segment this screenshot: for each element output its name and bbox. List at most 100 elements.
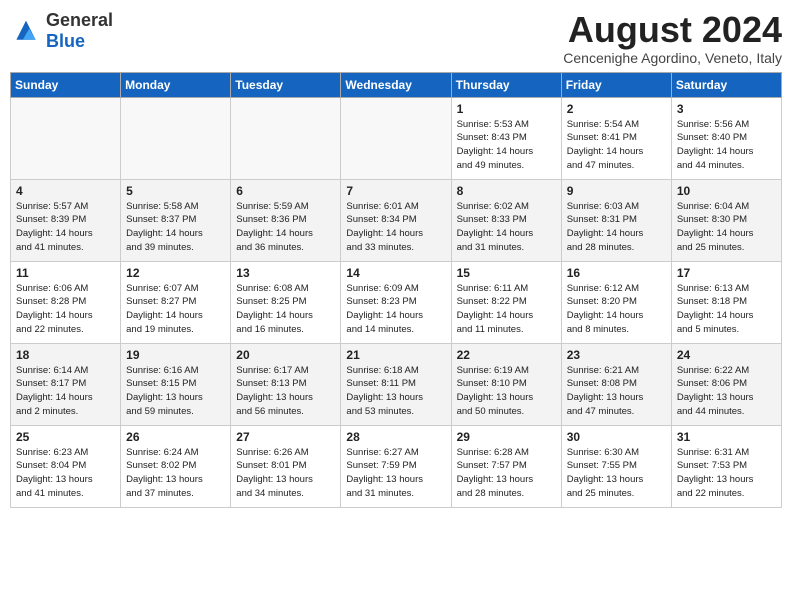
logo-general: General [46, 10, 113, 30]
day-cell: 7 Sunrise: 6:01 AM Sunset: 8:34 PM Daylig… [341, 179, 451, 261]
day-number: 3 [677, 102, 776, 116]
day-cell: 29 Sunrise: 6:28 AM Sunset: 7:57 PM Dayli… [451, 425, 561, 507]
day-cell: 22Sunrise: 6:19 AM Sunset: 8:10 PM Dayli… [451, 343, 561, 425]
day-cell: 4 Sunrise: 5:57 AM Sunset: 8:39 PM Daylig… [11, 179, 121, 261]
day-info: Sunrise: 5:54 AM Sunset: 8:41 PM Dayligh… [567, 118, 666, 173]
day-number: 29 [457, 430, 556, 444]
day-cell: 8Sunrise: 6:02 AM Sunset: 8:33 PM Daylig… [451, 179, 561, 261]
page-header: General Blue August 2024 Cencenighe Agor… [10, 10, 782, 66]
calendar-header: Sunday Monday Tuesday Wednesday Thursday… [11, 72, 782, 97]
day-cell: 19 Sunrise: 6:16 AM Sunset: 8:15 PM Dayli… [121, 343, 231, 425]
day-number: 5 [126, 184, 225, 198]
title-block: August 2024 Cencenighe Agordino, Veneto,… [563, 10, 782, 66]
header-tuesday: Tuesday [231, 72, 341, 97]
week-row-4: 18 Sunrise: 6:14 AM Sunset: 8:17 PM Dayli… [11, 343, 782, 425]
week-row-5: 25Sunrise: 6:23 AM Sunset: 8:04 PM Dayli… [11, 425, 782, 507]
day-info: Sunrise: 6:06 AM Sunset: 8:28 PM Dayligh… [16, 282, 115, 337]
week-row-2: 4 Sunrise: 5:57 AM Sunset: 8:39 PM Daylig… [11, 179, 782, 261]
day-cell: 21 Sunrise: 6:18 AM Sunset: 8:11 PM Dayli… [341, 343, 451, 425]
day-number: 9 [567, 184, 666, 198]
header-row: Sunday Monday Tuesday Wednesday Thursday… [11, 72, 782, 97]
day-number: 31 [677, 430, 776, 444]
day-number: 14 [346, 266, 445, 280]
day-info: Sunrise: 6:11 AM Sunset: 8:22 PM Dayligh… [457, 282, 556, 337]
day-info: Sunrise: 6:07 AM Sunset: 8:27 PM Dayligh… [126, 282, 225, 337]
day-info: Sunrise: 6:09 AM Sunset: 8:23 PM Dayligh… [346, 282, 445, 337]
day-cell: 13 Sunrise: 6:08 AM Sunset: 8:25 PM Dayli… [231, 261, 341, 343]
header-saturday: Saturday [671, 72, 781, 97]
day-cell: 24 Sunrise: 6:22 AM Sunset: 8:06 PM Dayli… [671, 343, 781, 425]
day-info: Sunrise: 6:14 AM Sunset: 8:17 PM Dayligh… [16, 364, 115, 419]
day-info: Sunrise: 6:31 AM Sunset: 7:53 PM Dayligh… [677, 446, 776, 501]
day-info: Sunrise: 6:18 AM Sunset: 8:11 PM Dayligh… [346, 364, 445, 419]
day-cell [121, 97, 231, 179]
day-cell: 3 Sunrise: 5:56 AM Sunset: 8:40 PM Daylig… [671, 97, 781, 179]
day-cell: 14 Sunrise: 6:09 AM Sunset: 8:23 PM Dayli… [341, 261, 451, 343]
logo-text: General Blue [46, 10, 113, 52]
day-number: 17 [677, 266, 776, 280]
header-wednesday: Wednesday [341, 72, 451, 97]
day-info: Sunrise: 5:56 AM Sunset: 8:40 PM Dayligh… [677, 118, 776, 173]
day-cell: 9Sunrise: 6:03 AM Sunset: 8:31 PM Daylig… [561, 179, 671, 261]
day-number: 6 [236, 184, 335, 198]
day-cell: 26 Sunrise: 6:24 AM Sunset: 8:02 PM Dayli… [121, 425, 231, 507]
day-number: 30 [567, 430, 666, 444]
day-info: Sunrise: 6:30 AM Sunset: 7:55 PM Dayligh… [567, 446, 666, 501]
header-friday: Friday [561, 72, 671, 97]
day-number: 15 [457, 266, 556, 280]
day-number: 8 [457, 184, 556, 198]
day-info: Sunrise: 6:24 AM Sunset: 8:02 PM Dayligh… [126, 446, 225, 501]
day-cell: 15 Sunrise: 6:11 AM Sunset: 8:22 PM Dayli… [451, 261, 561, 343]
day-info: Sunrise: 6:13 AM Sunset: 8:18 PM Dayligh… [677, 282, 776, 337]
day-info: Sunrise: 5:58 AM Sunset: 8:37 PM Dayligh… [126, 200, 225, 255]
day-info: Sunrise: 6:22 AM Sunset: 8:06 PM Dayligh… [677, 364, 776, 419]
day-number: 10 [677, 184, 776, 198]
day-cell: 5 Sunrise: 5:58 AM Sunset: 8:37 PM Daylig… [121, 179, 231, 261]
day-info: Sunrise: 6:28 AM Sunset: 7:57 PM Dayligh… [457, 446, 556, 501]
day-info: Sunrise: 6:19 AM Sunset: 8:10 PM Dayligh… [457, 364, 556, 419]
day-number: 26 [126, 430, 225, 444]
day-number: 20 [236, 348, 335, 362]
day-info: Sunrise: 6:21 AM Sunset: 8:08 PM Dayligh… [567, 364, 666, 419]
day-number: 7 [346, 184, 445, 198]
day-info: Sunrise: 6:08 AM Sunset: 8:25 PM Dayligh… [236, 282, 335, 337]
header-thursday: Thursday [451, 72, 561, 97]
day-cell: 30 Sunrise: 6:30 AM Sunset: 7:55 PM Dayli… [561, 425, 671, 507]
logo: General Blue [10, 10, 113, 52]
day-cell: 28 Sunrise: 6:27 AM Sunset: 7:59 PM Dayli… [341, 425, 451, 507]
day-cell: 27Sunrise: 6:26 AM Sunset: 8:01 PM Dayli… [231, 425, 341, 507]
header-sunday: Sunday [11, 72, 121, 97]
logo-icon [10, 17, 42, 45]
calendar-table: Sunday Monday Tuesday Wednesday Thursday… [10, 72, 782, 508]
day-cell: 31 Sunrise: 6:31 AM Sunset: 7:53 PM Dayli… [671, 425, 781, 507]
day-number: 19 [126, 348, 225, 362]
day-number: 11 [16, 266, 115, 280]
day-info: Sunrise: 6:01 AM Sunset: 8:34 PM Dayligh… [346, 200, 445, 255]
day-cell: 16Sunrise: 6:12 AM Sunset: 8:20 PM Dayli… [561, 261, 671, 343]
day-number: 18 [16, 348, 115, 362]
day-number: 24 [677, 348, 776, 362]
day-cell: 17 Sunrise: 6:13 AM Sunset: 8:18 PM Dayli… [671, 261, 781, 343]
day-cell: 1Sunrise: 5:53 AM Sunset: 8:43 PM Daylig… [451, 97, 561, 179]
day-number: 21 [346, 348, 445, 362]
day-number: 12 [126, 266, 225, 280]
day-info: Sunrise: 6:16 AM Sunset: 8:15 PM Dayligh… [126, 364, 225, 419]
day-info: Sunrise: 6:26 AM Sunset: 8:01 PM Dayligh… [236, 446, 335, 501]
day-cell [11, 97, 121, 179]
day-number: 25 [16, 430, 115, 444]
day-info: Sunrise: 5:59 AM Sunset: 8:36 PM Dayligh… [236, 200, 335, 255]
day-cell: 20Sunrise: 6:17 AM Sunset: 8:13 PM Dayli… [231, 343, 341, 425]
location-subtitle: Cencenighe Agordino, Veneto, Italy [563, 50, 782, 66]
logo-blue: Blue [46, 31, 85, 51]
day-cell [231, 97, 341, 179]
day-number: 13 [236, 266, 335, 280]
day-number: 4 [16, 184, 115, 198]
day-info: Sunrise: 6:27 AM Sunset: 7:59 PM Dayligh… [346, 446, 445, 501]
day-cell: 11 Sunrise: 6:06 AM Sunset: 8:28 PM Dayli… [11, 261, 121, 343]
day-info: Sunrise: 5:57 AM Sunset: 8:39 PM Dayligh… [16, 200, 115, 255]
day-cell: 10 Sunrise: 6:04 AM Sunset: 8:30 PM Dayli… [671, 179, 781, 261]
day-number: 28 [346, 430, 445, 444]
day-cell: 18 Sunrise: 6:14 AM Sunset: 8:17 PM Dayli… [11, 343, 121, 425]
day-info: Sunrise: 6:04 AM Sunset: 8:30 PM Dayligh… [677, 200, 776, 255]
calendar-body: 1Sunrise: 5:53 AM Sunset: 8:43 PM Daylig… [11, 97, 782, 507]
